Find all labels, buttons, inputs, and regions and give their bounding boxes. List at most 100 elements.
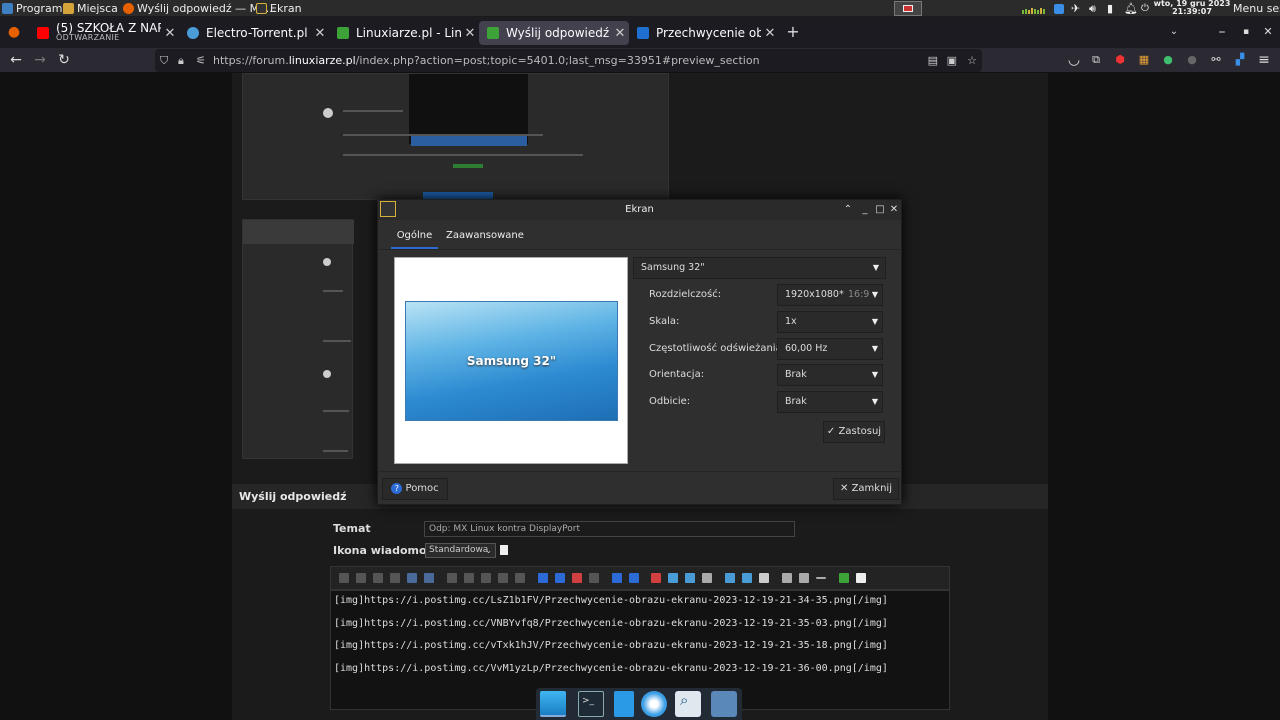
taskbar-window-browser[interactable]: Wyślij odpowiedź — Mo... — [123, 1, 276, 16]
folder-icon[interactable] — [711, 691, 737, 717]
bullet-list-icon[interactable] — [782, 573, 792, 583]
close-button[interactable]: ✕ Zamknij — [833, 478, 899, 500]
refresh-rate-select[interactable]: 60,00 Hz ▼ — [777, 338, 883, 360]
reflection-select[interactable]: Brak ▼ — [777, 391, 883, 413]
subscript-icon[interactable] — [424, 573, 434, 583]
dialog-titlebar[interactable]: Ekran ⌃ _ □ ✕ — [378, 200, 901, 220]
list-tabs-icon[interactable]: ⌄ — [1164, 23, 1184, 41]
tab-youtube[interactable]: (5) SZKOŁA Z NAPADEM ODTWARZANIE ✕ — [29, 21, 179, 45]
message-icon-select[interactable]: Standardowa ⌄ — [425, 543, 496, 558]
file-manager-icon[interactable] — [614, 691, 634, 717]
align-left-icon[interactable] — [447, 573, 457, 583]
align-center-icon[interactable] — [464, 573, 474, 583]
close-tab-icon[interactable]: ✕ — [161, 26, 179, 41]
addon-green-icon[interactable]: ● — [1158, 51, 1178, 69]
scale-select[interactable]: 1x ▼ — [777, 311, 883, 333]
extensions-icon[interactable]: ⧉ — [1086, 51, 1106, 69]
permissions-icon[interactable]: ⚟ — [196, 49, 206, 72]
reader-view-icon[interactable]: ▤ — [928, 49, 938, 72]
tab-postimg[interactable]: Przechwycenie obrazu ek ✕ — [629, 21, 779, 45]
bold-icon[interactable] — [339, 573, 349, 583]
back-icon[interactable]: ← — [6, 51, 26, 69]
apply-button[interactable]: ✓ Zastosuj — [823, 421, 885, 443]
email-icon[interactable] — [685, 573, 695, 583]
italic-icon[interactable] — [356, 573, 366, 583]
search-icon[interactable]: ⌕ — [675, 691, 701, 717]
workspace-switcher[interactable] — [894, 1, 922, 16]
remove-format-icon[interactable] — [589, 573, 599, 583]
strike-icon[interactable] — [390, 573, 400, 583]
source-mode-icon[interactable] — [856, 573, 866, 583]
tab-advanced[interactable]: Zaawansowane — [445, 222, 525, 249]
close-tab-icon[interactable]: ✕ — [761, 26, 779, 41]
monitor-tile[interactable]: Samsung 32" — [405, 301, 618, 421]
volume-icon[interactable]: 🔊︎ — [1089, 1, 1096, 16]
close-window-icon[interactable]: ✕ — [1258, 23, 1278, 41]
addon-gray-icon[interactable]: ● — [1182, 51, 1202, 69]
font-size-icon[interactable] — [555, 573, 565, 583]
align-right-icon[interactable] — [481, 573, 491, 583]
close-tab-icon[interactable]: ✕ — [611, 26, 629, 41]
underline-icon[interactable] — [373, 573, 383, 583]
tab-general[interactable]: Ogólne — [391, 222, 438, 249]
pip-icon[interactable]: ▣ — [947, 49, 957, 72]
font-color-icon[interactable] — [572, 573, 582, 583]
monitor-select[interactable]: Samsung 32" ▼ — [633, 257, 886, 279]
menu-icon[interactable]: ≡ — [1254, 51, 1274, 69]
browser-icon[interactable] — [641, 691, 667, 717]
help-button[interactable]: ? Pomoc — [382, 478, 448, 500]
firefox-view-icon[interactable]: ● — [4, 23, 24, 41]
youtube-embed-icon[interactable] — [651, 573, 661, 583]
minimize-icon[interactable]: _ — [858, 201, 872, 219]
tab-linuxiarze[interactable]: Linuxiarze.pl - Linux dla ✕ — [329, 21, 479, 45]
url-bar[interactable]: ⛉ 🔒︎ ⚟ https://forum.linuxiarze.pl/index… — [155, 49, 982, 72]
screenshot-tray-icon[interactable] — [1054, 1, 1064, 16]
quote-icon[interactable] — [742, 573, 752, 583]
clock[interactable]: wto, 19 gru 2023 21:39:07 — [1152, 0, 1232, 16]
link-icon[interactable] — [668, 573, 678, 583]
maximize-editor-icon[interactable] — [839, 573, 849, 583]
battery-icon[interactable]: ▮ — [1107, 1, 1113, 16]
pocket-icon[interactable]: ◡ — [1064, 51, 1084, 69]
tab-reply[interactable]: Wyślij odpowiedź ✕ — [479, 21, 629, 45]
minimize-icon[interactable]: – — [1212, 23, 1232, 41]
places-menu[interactable]: Miejsca — [63, 1, 118, 16]
glasses-icon[interactable]: ⚯ — [1206, 51, 1226, 69]
subject-input[interactable]: Odp: MX Linux kontra DisplayPort — [424, 521, 795, 537]
terminal-icon[interactable]: >_ — [578, 691, 604, 717]
close-tab-icon[interactable]: ✕ — [311, 26, 329, 41]
shade-icon[interactable]: ⌃ — [841, 201, 855, 219]
resolution-select[interactable]: 1920x1080* 16:9 ▼ — [777, 284, 883, 306]
lock-icon[interactable]: 🔒︎ — [178, 49, 184, 72]
new-tab-icon[interactable]: + — [783, 23, 803, 41]
spoiler-icon[interactable] — [759, 573, 769, 583]
superscript-icon[interactable] — [407, 573, 417, 583]
horizontal-rule-icon[interactable] — [816, 577, 826, 579]
font-face-icon[interactable] — [538, 573, 548, 583]
apps-menu[interactable]: Programy — [2, 1, 69, 16]
image-icon[interactable] — [629, 573, 639, 583]
close-tab-icon[interactable]: ✕ — [461, 26, 479, 41]
network-icon[interactable]: ✈ — [1071, 1, 1080, 16]
taskbar-window-display[interactable]: Ekran — [256, 1, 302, 16]
maximize-icon[interactable]: □ — [873, 201, 887, 219]
notifications-icon[interactable]: 🔔︎ — [1124, 1, 1138, 16]
flash-icon[interactable] — [612, 573, 622, 583]
power-icon[interactable]: ⏻ — [1141, 1, 1149, 16]
bookmark-star-icon[interactable]: ☆ — [967, 49, 977, 72]
addon-icon[interactable]: ▦ — [1134, 51, 1154, 69]
numbered-list-icon[interactable] — [799, 573, 809, 583]
session-menu[interactable]: Menu sesji — [1233, 1, 1280, 16]
orientation-select[interactable]: Brak ▼ — [777, 364, 883, 386]
ublock-icon[interactable]: ⬢ — [1110, 51, 1130, 69]
align-justify-icon[interactable] — [498, 573, 508, 583]
code-icon[interactable] — [725, 573, 735, 583]
align-none-icon[interactable] — [515, 573, 525, 583]
close-icon[interactable]: ✕ — [887, 201, 901, 219]
shield-icon[interactable]: ⛉ — [160, 49, 168, 72]
table-icon[interactable] — [702, 573, 712, 583]
tab-electro-torrent[interactable]: Electro-Torrent.pl ✕ — [179, 21, 329, 45]
maximize-icon[interactable]: ▪ — [1236, 23, 1256, 41]
reload-icon[interactable]: ↻ — [54, 51, 74, 69]
show-desktop-icon[interactable] — [540, 691, 566, 717]
